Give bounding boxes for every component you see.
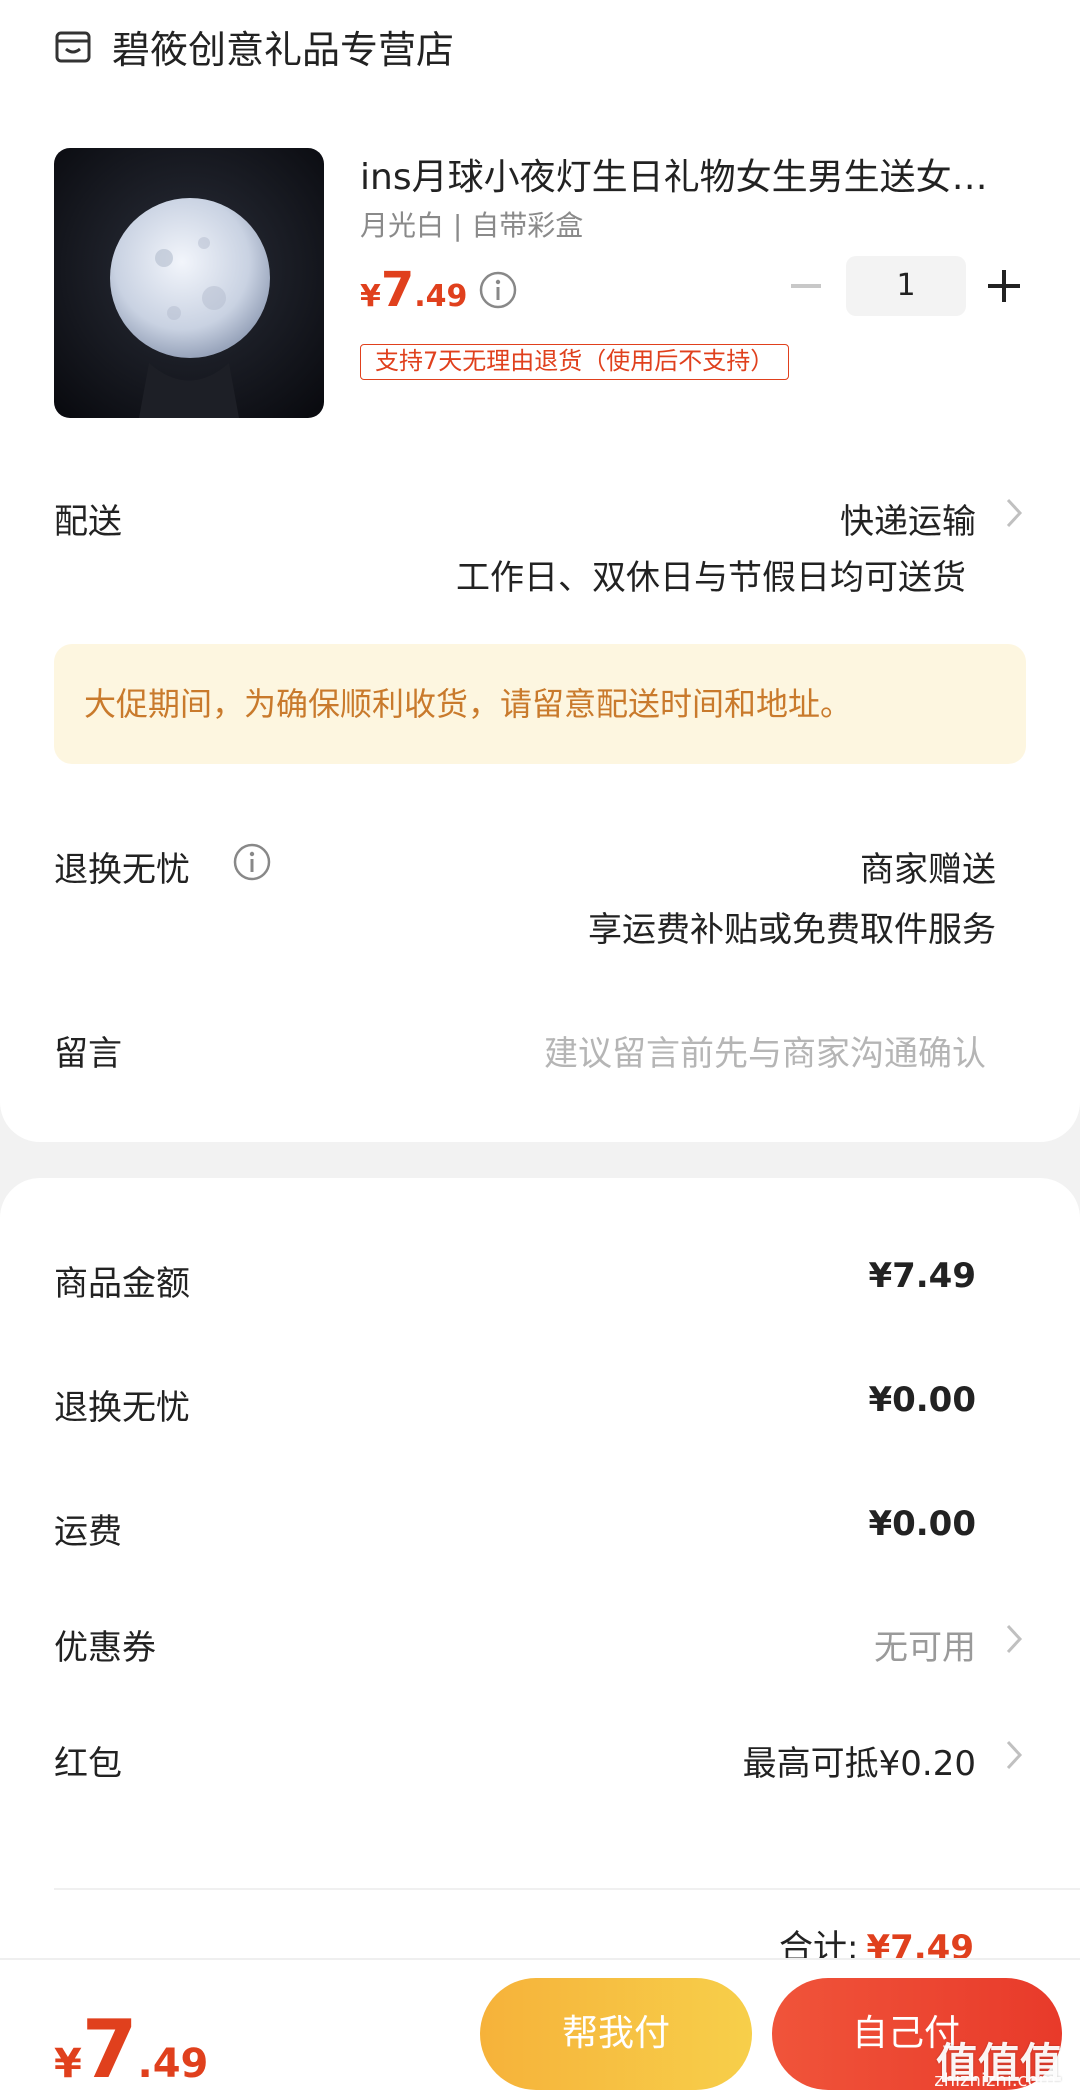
product-spec[interactable]: 月光白 | 自带彩盒 [360,204,583,244]
price-info-icon[interactable] [478,270,518,310]
summary-divider [54,1888,1080,1890]
worry-free-note: 享运费补贴或免费取件服务 [588,910,996,950]
increase-quantity-button[interactable] [984,266,1024,306]
red-packet-label: 红包 [54,1744,122,1784]
minus-icon [791,284,821,288]
decrease-quantity-button[interactable] [786,266,826,306]
order-card: 碧筱创意礼品专营店 ins月球小夜灯生日礼物女生男生送女友闺蜜 月光白 | 自带… [0,0,1080,1142]
coupon-label: 优惠券 [54,1628,156,1668]
worry-free-info-icon[interactable] [232,842,272,882]
red-packet-chevron-icon[interactable] [1004,1738,1024,1772]
goods-amount-value: ¥7.49 [868,1256,976,1296]
coupon-chevron-icon[interactable] [1004,1622,1024,1656]
return-policy-tag: 支持7天无理由退货（使用后不支持） [360,344,790,380]
worry-free-fee-value: ¥0.00 [868,1380,976,1420]
shop-header[interactable]: 碧筱创意礼品专营店 [54,18,454,74]
delivery-chevron-icon[interactable] [1004,496,1024,530]
delivery-note: 工作日、双休日与节假日均可送货 [456,558,966,598]
goods-amount-label: 商品金额 [54,1264,190,1304]
plus-icon [988,270,1020,302]
message-label: 留言 [54,1034,122,1074]
quantity-field[interactable]: 1 [846,256,966,316]
message-input[interactable]: 建议留言前先与商家沟通确认 [544,1026,986,1075]
coupon-value[interactable]: 无可用 [874,1620,976,1669]
product-thumbnail[interactable] [54,148,324,418]
product-title[interactable]: ins月球小夜灯生日礼物女生男生送女友闺蜜 [360,148,1010,200]
worry-free-value: 商家赠送 [860,850,996,890]
checkout-price-currency: ¥ [54,2041,82,2087]
delivery-label: 配送 [54,502,122,542]
store-icon [55,31,91,63]
help-me-pay-button[interactable]: 帮我付 [480,1978,752,2090]
shipping-value: ¥0.00 [868,1504,976,1544]
shipping-label: 运费 [54,1512,122,1552]
product-price: ¥ 7 .49 [360,262,467,318]
worry-free-label: 退换无忧 [54,850,190,890]
watermark-url: zhizhizhi.com [934,2070,1056,2091]
price-integer: 7 [380,262,415,318]
checkout-price-decimal: .49 [137,2041,209,2087]
delivery-method[interactable]: 快递运输 [840,494,976,543]
red-packet-value[interactable]: 最高可抵¥0.20 [743,1736,976,1785]
price-decimal: .49 [414,279,468,314]
shop-name: 碧筱创意礼品专营店 [112,27,455,72]
price-currency: ¥ [360,279,381,314]
checkout-price-integer: 7 [81,2003,138,2096]
promo-notice: 大促期间，为确保顺利收货，请留意配送时间和地址。 [54,644,1026,764]
worry-free-fee-label: 退换无忧 [54,1388,190,1428]
checkout-total-price: ¥ 7 .49 [54,2010,208,2090]
